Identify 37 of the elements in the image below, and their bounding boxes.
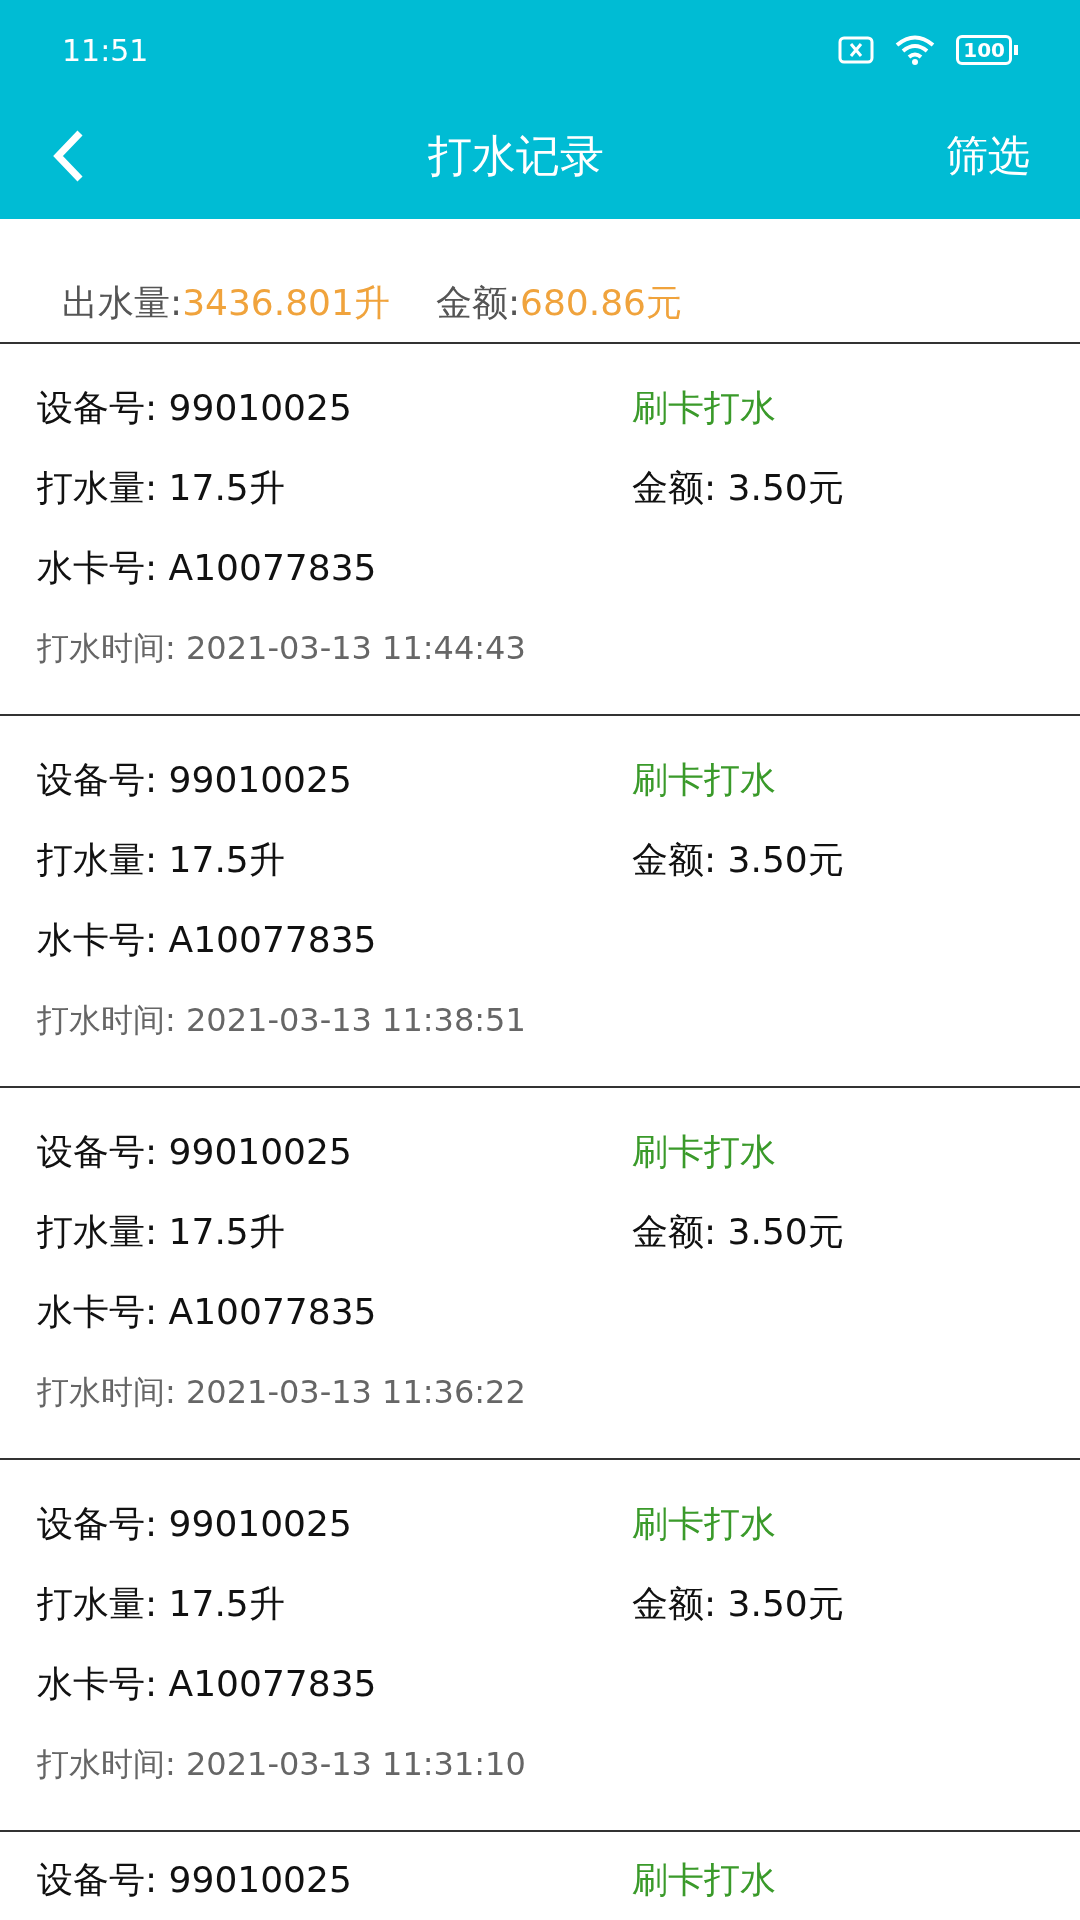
payment-type: 刷卡打水 [632,1502,776,1546]
record-time: 打水时间: 2021-03-13 11:36:22 [37,1372,526,1413]
card-number: 水卡号: A10077835 [37,918,377,962]
payment-type: 刷卡打水 [632,386,776,430]
payment-type: 刷卡打水 [632,758,776,802]
card-number: 水卡号: A10077835 [37,546,377,590]
device-number: 设备号: 99010025 [37,758,352,802]
record-time: 打水时间: 2021-03-13 11:38:51 [37,1000,526,1041]
record-card[interactable]: 设备号: 99010025 刷卡打水 [0,1832,1080,1920]
total-amount: 金额:680.86元 [435,281,683,325]
water-volume: 打水量: 17.5升 [37,466,285,510]
device-number: 设备号: 99010025 [37,1502,352,1546]
record-time: 打水时间: 2021-03-13 11:31:10 [37,1744,526,1785]
record-amount: 金额: 3.50元 [632,466,844,510]
record-amount: 金额: 3.50元 [632,1210,844,1254]
page-title: 打水记录 [428,128,604,183]
payment-type: 刷卡打水 [632,1130,776,1174]
device-number: 设备号: 99010025 [37,1858,352,1902]
card-number: 水卡号: A10077835 [37,1290,377,1334]
record-card[interactable]: 设备号: 99010025 刷卡打水 打水量: 17.5升 金额: 3.50元 水卡号: A10077835 打水时间: 2021-03-13 11:44:43 [0,344,1080,716]
water-volume: 打水量: 17.5升 [37,1582,285,1626]
device-number: 设备号: 99010025 [37,386,352,430]
water-volume: 打水量: 17.5升 [37,1210,285,1254]
card-number: 水卡号: A10077835 [37,1662,377,1706]
payment-type: 刷卡打水 [632,1858,776,1902]
record-card[interactable]: 设备号: 99010025 刷卡打水 打水量: 17.5升 金额: 3.50元 水卡号: A10077835 打水时间: 2021-03-13 11:38:51 [0,716,1080,1088]
record-card[interactable]: 设备号: 99010025 刷卡打水 打水量: 17.5升 金额: 3.50元 水卡号: A10077835 打水时间: 2021-03-13 11:31:10 [0,1460,1080,1832]
record-card[interactable]: 设备号: 99010025 刷卡打水 打水量: 17.5升 金额: 3.50元 水卡号: A10077835 打水时间: 2021-03-13 11:36:22 [0,1088,1080,1460]
record-amount: 金额: 3.50元 [632,838,844,882]
sim-off-icon [838,36,875,64]
device-number: 设备号: 99010025 [37,1130,352,1174]
wifi-icon [894,34,937,66]
record-amount: 金额: 3.50元 [632,1582,844,1626]
water-volume: 打水量: 17.5升 [37,838,285,882]
status-time: 11:51 [62,31,149,70]
total-volume: 出水量:3436.801升 [62,281,390,325]
record-time: 打水时间: 2021-03-13 11:44:43 [37,628,526,669]
